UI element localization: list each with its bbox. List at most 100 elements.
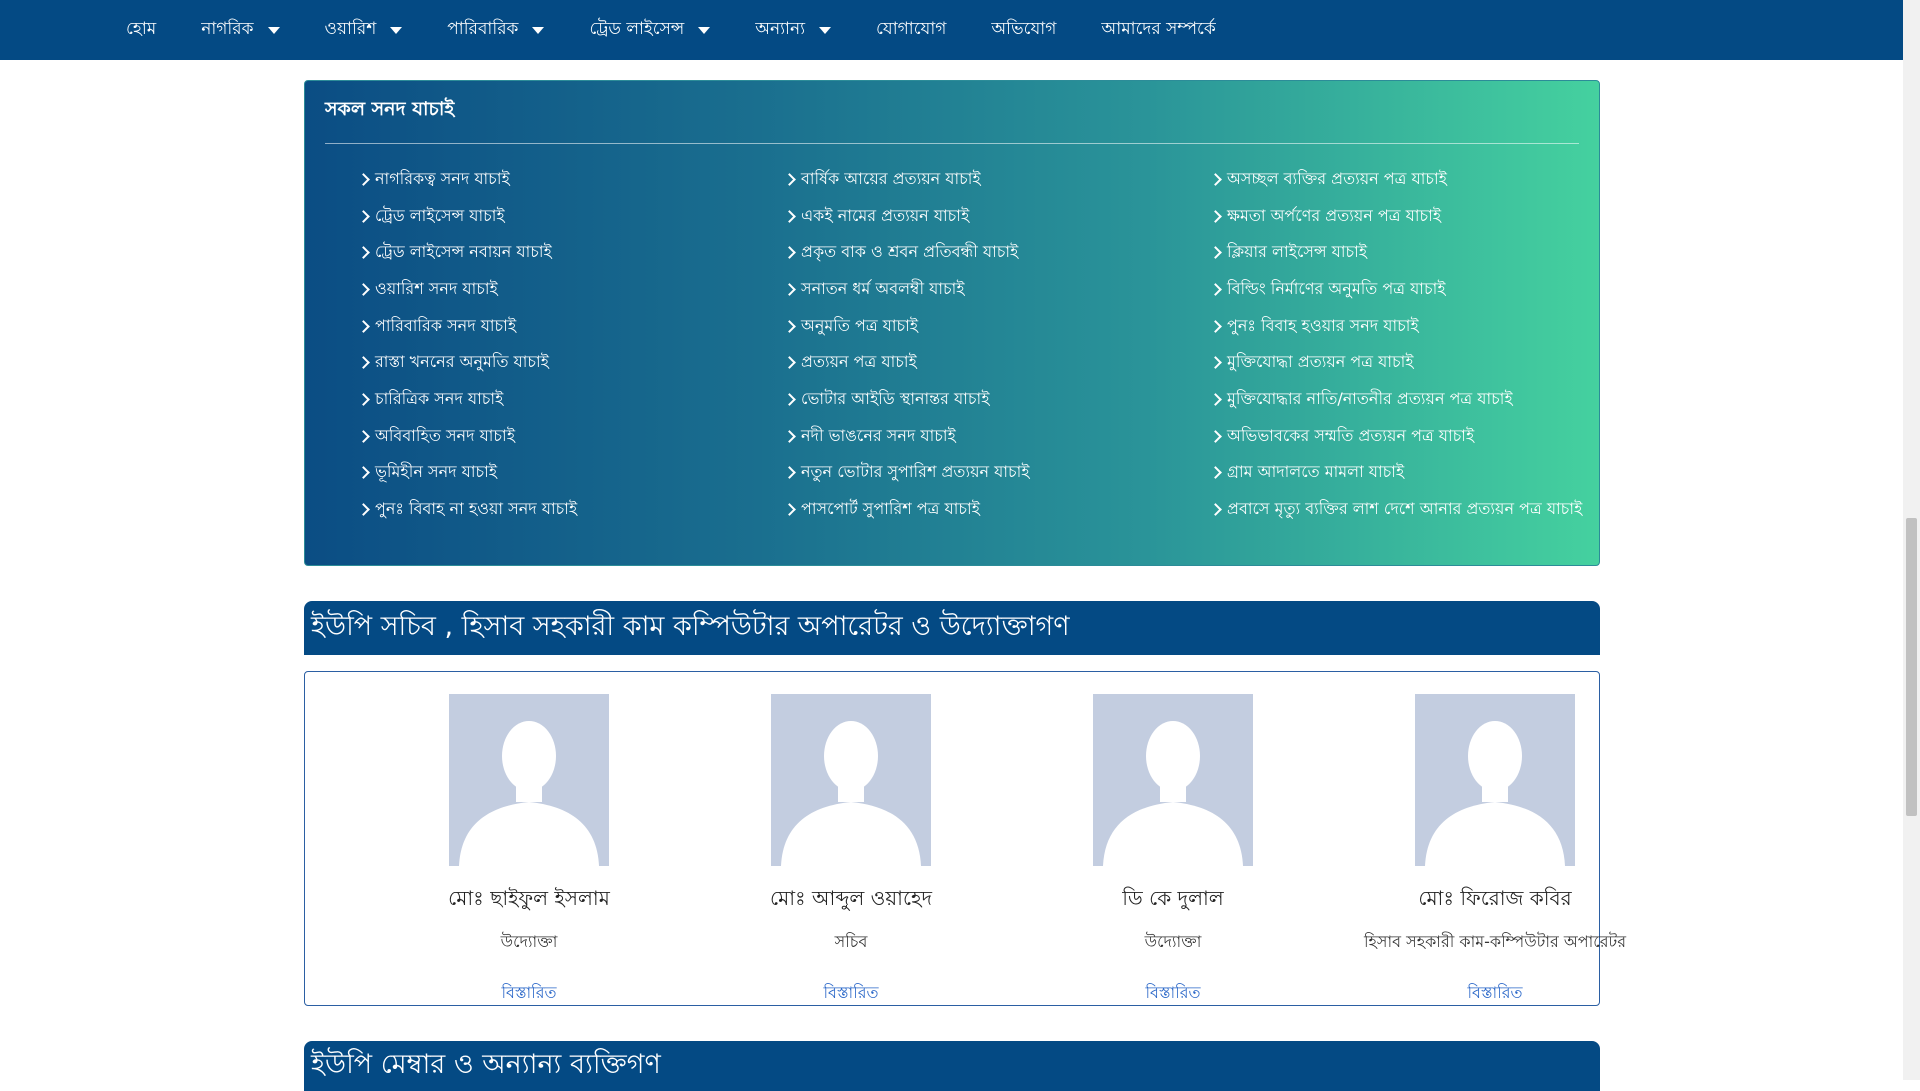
top-navbar: হোম নাগরিক ওয়ারিশ পারিবারিক ট্রেড লাইসে…	[0, 0, 1903, 60]
section-title: ইউপি মেম্বার ও অন্যান্য ব্যক্তিগণ	[311, 1048, 661, 1080]
officials-card-list: মোঃ ছাইফুল ইসলাম উদ্যোক্তা বিস্তারিত মোঃ…	[304, 671, 1626, 1007]
details-link[interactable]: বিস্তারিত	[1334, 980, 1656, 1007]
verification-link[interactable]: অবিবাহিত সনদ যাচাই	[357, 418, 783, 455]
nav-item-others[interactable]: অন্যান্য	[755, 16, 832, 44]
verification-link[interactable]: পুনঃ বিবাহ না হওয়া সনদ যাচাই	[357, 491, 783, 528]
verification-link[interactable]: ট্রেড লাইসেন্স নবায়ন যাচাই	[357, 234, 783, 271]
verification-link-label: ভোটার আইডি স্থানান্তর যাচাই	[801, 388, 990, 408]
nav-label: যোগাযোগ	[876, 19, 947, 39]
nav-label: পারিবারিক	[447, 19, 519, 39]
verification-link-label: পুনঃ বিবাহ হওয়ার সনদ যাচাই	[1227, 315, 1419, 335]
chevron-right-icon	[1209, 393, 1222, 406]
verification-link-label: বিল্ডিং নির্মাণের অনুমতি পত্র যাচাই	[1227, 278, 1446, 298]
verification-link-label: ট্রেড লাইসেন্স নবায়ন যাচাই	[375, 242, 552, 262]
verification-link[interactable]: বার্ষিক আয়ের প্রত্যয়ন যাচাই	[783, 161, 1209, 198]
chevron-right-icon	[783, 172, 796, 186]
nav-item-family[interactable]: পারিবারিক	[447, 16, 545, 44]
verification-link[interactable]: ভূমিহীন সনদ যাচাই	[357, 455, 783, 492]
verification-link-label: সনাতন ধর্ম অবলম্বী যাচাই	[801, 278, 965, 298]
verification-link-label: গ্রাম আদালতে মামলা যাচাই	[1227, 462, 1405, 482]
verification-link[interactable]: একই নামের প্রত্যয়ন যাচাই	[783, 198, 1209, 235]
caret-down-icon	[698, 26, 711, 34]
nav-item-citizen[interactable]: নাগরিক	[201, 16, 280, 44]
verification-link[interactable]: ক্লিয়ার লাইসেন্স যাচাই	[1209, 234, 1597, 271]
verification-link[interactable]: অনুমতি পত্র যাচাই	[783, 308, 1209, 345]
verification-link-label: প্রত্যয়ন পত্র যাচাই	[801, 352, 917, 372]
chevron-right-icon	[357, 319, 370, 333]
verification-link-label: অভিভাবকের সম্মতি প্রত্যয়ন পত্র যাচাই	[1227, 425, 1475, 445]
chevron-right-icon	[357, 503, 370, 516]
details-link[interactable]: বিস্তারিত	[368, 980, 690, 1007]
verification-link-label: পুনঃ বিবাহ না হওয়া সনদ যাচাই	[375, 499, 578, 519]
avatar-placeholder-icon	[1415, 694, 1575, 866]
scrollbar-thumb[interactable]	[1906, 518, 1917, 816]
verification-link[interactable]: প্রকৃত বাক ও শ্রবন প্রতিবন্ধী যাচাই	[783, 234, 1209, 271]
verification-links-grid: নাগরিকত্ব সনদ যাচাই বার্ষিক আয়ের প্রত্যয…	[357, 161, 1597, 528]
chevron-right-icon	[357, 283, 370, 296]
verification-link[interactable]: অভিভাবকের সম্মতি প্রত্যয়ন পত্র যাচাই	[1209, 418, 1597, 455]
verification-link[interactable]: প্রত্যয়ন পত্র যাচাই	[783, 344, 1209, 381]
page-scrollbar[interactable]	[1903, 0, 1920, 1080]
verification-link-label: নতুন ভোটার সুপারিশ প্রত্যয়ন যাচাই	[801, 462, 1030, 482]
chevron-right-icon	[357, 209, 370, 223]
verification-link-label: ট্রেড লাইসেন্স যাচাই	[375, 205, 505, 225]
nav-item-trade-license[interactable]: ট্রেড লাইসেন্স	[589, 16, 711, 44]
details-link[interactable]: বিস্তারিত	[1012, 980, 1334, 1007]
verification-link-label: ক্লিয়ার লাইসেন্স যাচাই	[1227, 242, 1368, 262]
verification-link[interactable]: চারিত্রিক সনদ যাচাই	[357, 381, 783, 418]
chevron-right-icon	[357, 172, 370, 186]
verification-link[interactable]: বিল্ডিং নির্মাণের অনুমতি পত্র যাচাই	[1209, 271, 1597, 308]
details-link[interactable]: বিস্তারিত	[690, 980, 1012, 1007]
verification-link[interactable]: পাসপোর্ট সুপারিশ পত্র যাচাই	[783, 491, 1209, 528]
verification-link[interactable]: ক্ষমতা অর্পণের প্রত্যয়ন পত্র যাচাই	[1209, 198, 1597, 235]
person-role: সচিব	[834, 932, 868, 951]
verification-link[interactable]: সনাতন ধর্ম অবলম্বী যাচাই	[783, 271, 1209, 308]
verification-link[interactable]: গ্রাম আদালতে মামলা যাচাই	[1209, 455, 1597, 492]
section-title: ইউপি সচিব , হিসাব সহকারী কাম কম্পিউটার অ…	[311, 610, 1070, 642]
person-card: মোঃ ফিরোজ কবির হিসাব সহকারী কাম-কম্পিউটা…	[1334, 694, 1656, 1007]
person-name: মোঃ ফিরোজ কবির	[1418, 886, 1572, 910]
nav-item-about[interactable]: আমাদের সম্পর্কে	[1101, 16, 1215, 44]
chevron-right-icon	[357, 429, 370, 443]
divider	[325, 143, 1579, 144]
verification-link-label: ওয়ারিশ সনদ যাচাই	[375, 278, 498, 298]
verification-link[interactable]: ওয়ারিশ সনদ যাচাই	[357, 271, 783, 308]
nav-label: হোম	[126, 19, 157, 39]
verification-link-label: ভূমিহীন সনদ যাচাই	[375, 462, 498, 482]
avatar-placeholder-icon	[771, 694, 931, 866]
nav-item-inheritance[interactable]: ওয়ারিশ	[325, 16, 403, 44]
verification-panel: সকল সনদ যাচাই নাগরিকত্ব সনদ যাচাই বার্ষিক…	[304, 80, 1600, 566]
chevron-right-icon	[1209, 466, 1222, 480]
verification-link[interactable]: নদী ভাঙনের সনদ যাচাই	[783, 418, 1209, 455]
nav-item-home[interactable]: হোম	[126, 16, 156, 44]
verification-link[interactable]: নাগরিকত্ব সনদ যাচাই	[357, 161, 783, 198]
person-name: মোঃ ছাইফুল ইসলাম	[448, 886, 610, 910]
nav-item-complaint[interactable]: অভিযোগ	[991, 16, 1056, 44]
person-card: ডি কে দুলাল উদ্যোক্তা বিস্তারিত	[1012, 694, 1334, 1007]
caret-down-icon	[390, 26, 403, 34]
verification-link[interactable]: নতুন ভোটার সুপারিশ প্রত্যয়ন যাচাই	[783, 455, 1209, 492]
person-card: মোঃ ছাইফুল ইসলাম উদ্যোক্তা বিস্তারিত	[368, 694, 690, 1007]
chevron-right-icon	[1209, 503, 1222, 516]
verification-link[interactable]: পুনঃ বিবাহ হওয়ার সনদ যাচাই	[1209, 308, 1597, 345]
nav-label: আমাদের সম্পর্কে	[1101, 19, 1216, 39]
verification-link[interactable]: ট্রেড লাইসেন্স যাচাই	[357, 198, 783, 235]
verification-link-label: অবিবাহিত সনদ যাচাই	[375, 425, 516, 445]
verification-link[interactable]: প্রবাসে মৃত্যু ব্যক্তির লাশ দেশে আনার প্…	[1209, 491, 1597, 528]
person-name: ডি কে দুলাল	[1122, 886, 1224, 910]
chevron-right-icon	[783, 393, 796, 406]
verification-link[interactable]: অসচ্ছল ব্যক্তির প্রত্যয়ন পত্র যাচাই	[1209, 161, 1597, 198]
nav-item-contact[interactable]: যোগাযোগ	[876, 16, 946, 44]
chevron-right-icon	[783, 356, 796, 370]
chevron-right-icon	[1209, 356, 1222, 370]
nav-label: নাগরিক	[201, 19, 254, 39]
verification-link[interactable]: রাস্তা খননের অনুমতি যাচাই	[357, 344, 783, 381]
chevron-right-icon	[1209, 172, 1222, 186]
verification-link[interactable]: ভোটার আইডি স্থানান্তর যাচাই	[783, 381, 1209, 418]
caret-down-icon	[819, 26, 832, 34]
verification-link-label: অসচ্ছল ব্যক্তির প্রত্যয়ন পত্র যাচাই	[1227, 168, 1447, 188]
officials-section-header: ইউপি সচিব , হিসাব সহকারী কাম কম্পিউটার অ…	[304, 601, 1600, 655]
verification-link[interactable]: মুক্তিযোদ্ধার নাতি/নাতনীর প্রত্যয়ন পত্র…	[1209, 381, 1597, 418]
verification-link[interactable]: মুক্তিযোদ্ধা প্রত্যয়ন পত্র যাচাই	[1209, 344, 1597, 381]
verification-link[interactable]: পারিবারিক সনদ যাচাই	[357, 308, 783, 345]
